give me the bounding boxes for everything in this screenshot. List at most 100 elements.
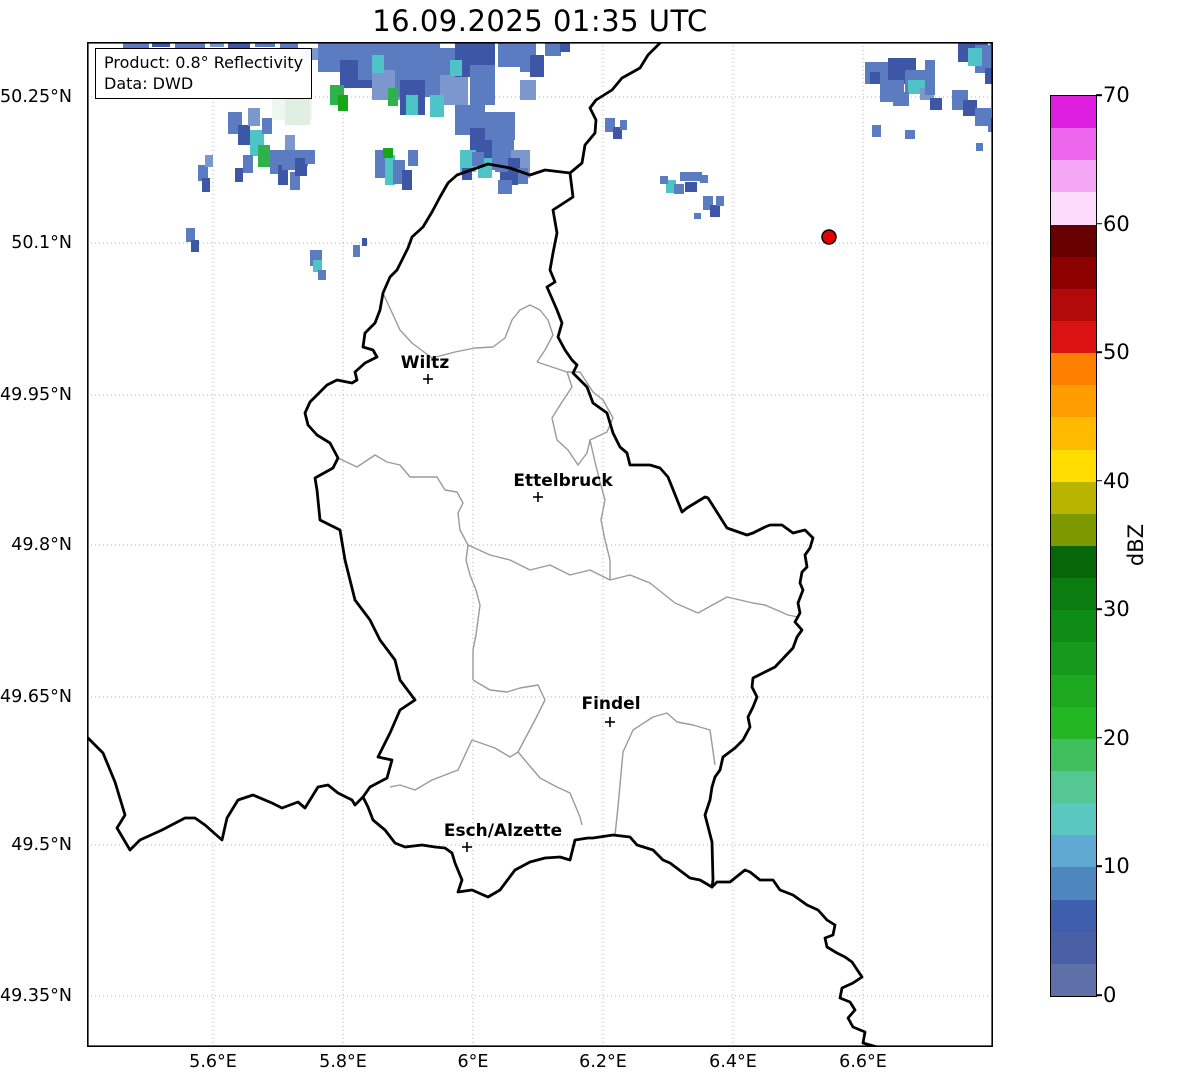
radar-echo-cell	[202, 178, 210, 192]
data-source-line: Data: DWD	[104, 74, 194, 94]
colorbar-tick-label: 50	[1103, 340, 1130, 365]
radar-echo-cell	[262, 118, 272, 134]
colorbar-tick-label: 10	[1103, 854, 1130, 879]
radar-echo-cell	[963, 100, 977, 116]
colorbar-tick-mark	[1096, 994, 1102, 996]
radar-echo-cell	[498, 180, 512, 194]
country-border	[710, 868, 879, 1047]
colorbar-segment	[1051, 96, 1096, 129]
x-axis-tick-label: 6.6°E	[839, 1052, 887, 1072]
radar-map-page: 16.09.2025 01:35 UTC Product: 0.8° Refle…	[0, 0, 1184, 1081]
radar-echo-cell	[205, 155, 213, 167]
y-axis-tick-label: 50.1°N	[11, 233, 72, 253]
colorbar-segment	[1051, 674, 1096, 707]
radar-echo-cell	[485, 112, 515, 140]
radar-echo-cell	[905, 130, 915, 139]
city-label: Ettelbruck	[513, 471, 613, 491]
radar-echo-cell	[520, 80, 536, 100]
radar-echo-cell	[248, 108, 260, 126]
radar-echo-cell	[710, 205, 720, 217]
y-axis-tick-label: 49.65°N	[0, 687, 72, 707]
radar-echo-cell	[893, 92, 909, 106]
x-axis-tick-label: 6°E	[457, 1052, 489, 1072]
radar-echo-cell	[430, 95, 444, 117]
radar-echo-cell	[318, 270, 326, 280]
radar-echo-cell	[388, 88, 398, 106]
district-border	[382, 292, 554, 363]
radar-echo-cell	[925, 60, 935, 95]
colorbar-segment	[1051, 160, 1096, 193]
radar-echo-cell	[872, 125, 881, 137]
colorbar-tick-mark	[1096, 94, 1102, 96]
radar-echo-cell	[238, 125, 250, 145]
map-panel: Product: 0.8° Reflectivity Data: DWD Wil…	[87, 42, 993, 1047]
colorbar-segment	[1051, 578, 1096, 611]
colorbar-segment	[1051, 770, 1096, 804]
x-axis-tick-label: 5.8°E	[319, 1052, 367, 1072]
colorbar-segment	[1051, 192, 1096, 225]
radar-echo-cell	[383, 148, 393, 158]
district-border	[614, 712, 716, 836]
colorbar-tick-label: 30	[1103, 597, 1130, 622]
radar-echo-cell	[460, 150, 474, 166]
radar-echo-cell	[235, 168, 243, 182]
country-border	[568, 42, 662, 175]
colorbar-segment	[1051, 353, 1096, 386]
radar-echo-cell	[700, 175, 708, 183]
y-axis-tick-label: 49.8°N	[11, 535, 72, 555]
city-label: Wiltz	[400, 353, 450, 373]
country-border	[545, 171, 815, 889]
radar-echo-cell	[472, 152, 484, 166]
colorbar-tick-label: 40	[1103, 468, 1130, 493]
colorbar-tick-label: 0	[1103, 983, 1117, 1007]
radar-site-dot	[821, 229, 837, 245]
colorbar-segment	[1051, 706, 1096, 739]
district-border	[517, 751, 583, 826]
radar-echo-cell	[674, 184, 684, 194]
country-border	[87, 733, 365, 852]
radar-echo-cell	[694, 213, 701, 219]
radar-echo-cell	[353, 245, 360, 257]
colorbar-tick-mark	[1096, 737, 1102, 739]
radar-echo-cell	[976, 143, 983, 151]
district-border	[536, 361, 614, 466]
colorbar-tick-label: 60	[1103, 211, 1130, 236]
colorbar-segment	[1051, 610, 1096, 643]
radar-echo-cell	[258, 145, 270, 167]
colorbar-segment	[1051, 288, 1096, 321]
colorbar-segment	[1051, 449, 1096, 482]
colorbar-tick-label: 70	[1103, 83, 1130, 107]
colorbar-tick-mark	[1096, 351, 1102, 353]
colorbar-segment	[1051, 835, 1096, 868]
colorbar-segment	[1051, 642, 1096, 675]
x-axis-tick-label: 6.4°E	[709, 1052, 757, 1072]
page-title: 16.09.2025 01:35 UTC	[372, 4, 708, 38]
radar-echo-cell	[530, 55, 544, 77]
map-canvas	[87, 42, 993, 1047]
y-axis-tick-label: 49.35°N	[0, 986, 72, 1006]
radar-echo-cell	[402, 170, 412, 190]
radar-echo-cell	[450, 60, 462, 76]
colorbar-segment	[1051, 738, 1096, 771]
colorbar-tick-mark	[1096, 222, 1102, 225]
radar-echo-cell	[186, 228, 195, 242]
radar-echo-cell	[362, 238, 367, 246]
radar-echo-cell	[680, 172, 702, 181]
radar-echo-cell	[620, 120, 627, 130]
colorbar-segment	[1051, 963, 1096, 996]
colorbar-tick-mark	[1096, 865, 1102, 868]
city-label: Findel	[581, 694, 641, 714]
colorbar-segment	[1051, 224, 1096, 257]
y-axis-tick-label: 49.5°N	[11, 835, 72, 855]
colorbar-segment	[1051, 867, 1096, 900]
country-border	[361, 795, 714, 899]
radar-echo-cell	[191, 240, 199, 252]
colorbar-segment	[1051, 931, 1096, 964]
radar-echo-cell	[440, 75, 468, 105]
radar-echo-cell	[285, 95, 310, 125]
x-axis-tick-label: 6.2°E	[579, 1052, 627, 1072]
radar-echo-cell	[372, 55, 384, 73]
radar-echo-cell	[408, 150, 418, 166]
radar-echo-cell	[406, 95, 418, 115]
product-line: Product: 0.8° Reflectivity	[104, 53, 304, 72]
